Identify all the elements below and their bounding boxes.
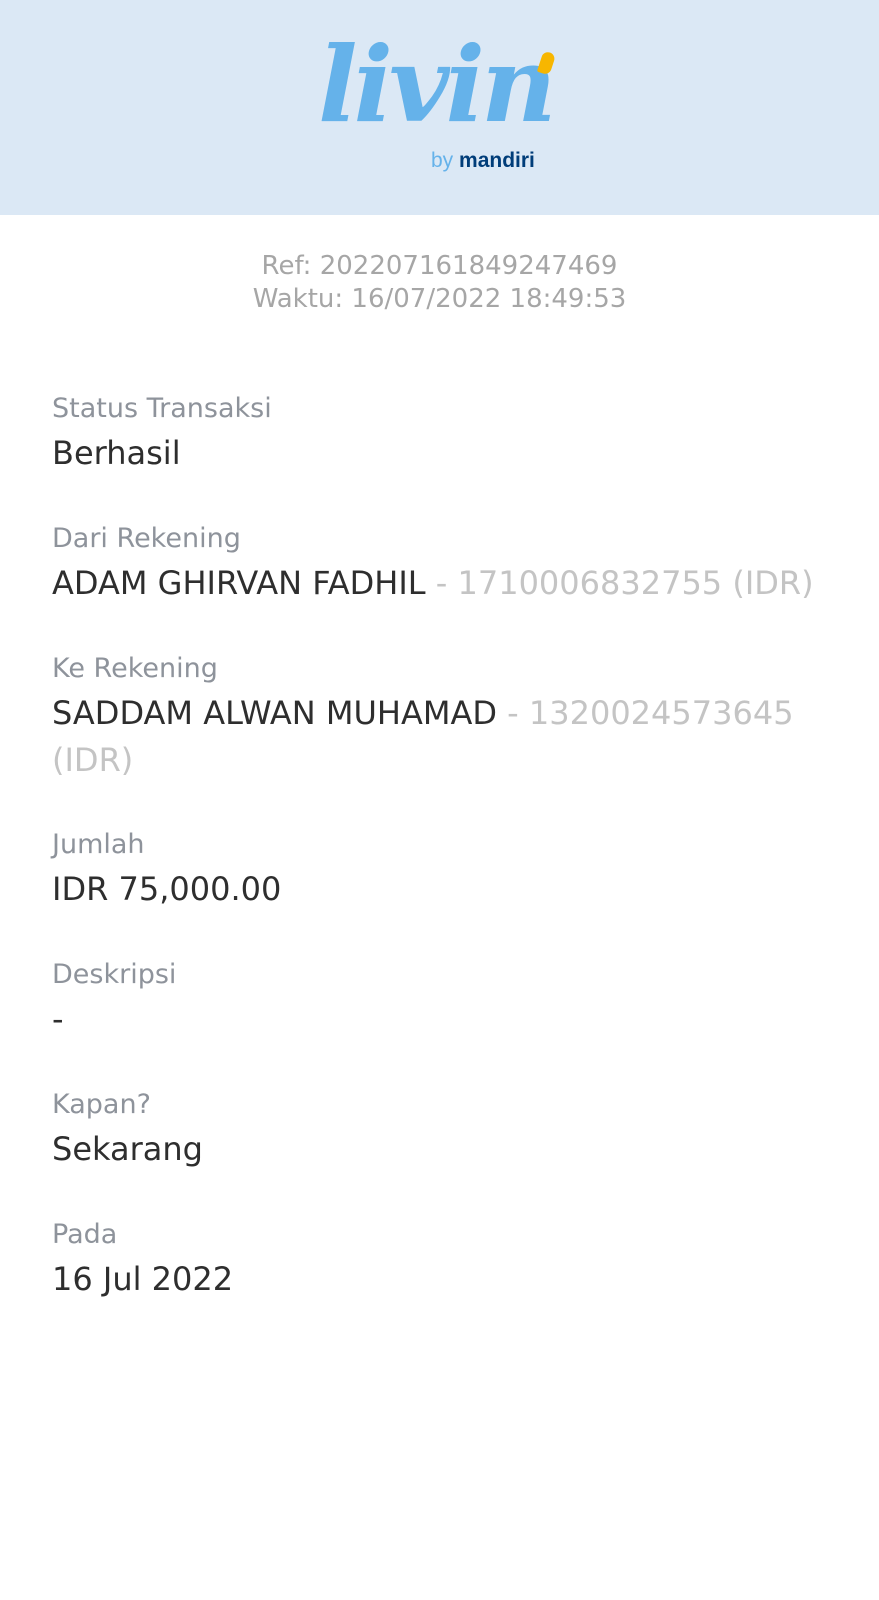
field-from-label: Dari Rekening — [52, 523, 241, 554]
logo-wordmark: livin — [318, 23, 557, 146]
field-when-value: Sekarang — [52, 1130, 203, 1168]
field-status: Status Transaksi Berhasil — [52, 392, 842, 477]
field-to-value: SADDAM ALWAN MUHAMAD - 1320024573645 (ID… — [52, 690, 842, 784]
field-description: Deskripsi - — [52, 958, 842, 1043]
field-to-account: Ke Rekening SADDAM ALWAN MUHAMAD - 13200… — [52, 652, 842, 784]
from-account-number: - 1710006832755 (IDR) — [425, 564, 814, 602]
field-description-value: - — [52, 1000, 64, 1038]
livin-mandiri-logo: livin by mandiri — [318, 30, 568, 180]
field-status-value: Berhasil — [52, 434, 181, 472]
logo-brand-text: mandiri — [459, 149, 535, 172]
app-header: livin by mandiri — [0, 0, 879, 215]
field-status-label: Status Transaksi — [52, 393, 272, 424]
field-amount-value: IDR 75,000.00 — [52, 870, 282, 908]
field-when-label: Kapan? — [52, 1089, 151, 1120]
transaction-time: Waktu: 16/07/2022 18:49:53 — [252, 284, 627, 314]
field-amount-label: Jumlah — [52, 829, 145, 860]
reference-number: Ref: 202207161849247469 — [261, 251, 618, 281]
to-account-name: SADDAM ALWAN MUHAMAD — [52, 694, 497, 732]
field-from-account: Dari Rekening ADAM GHIRVAN FADHIL - 1710… — [52, 522, 842, 607]
field-from-value: ADAM GHIRVAN FADHIL - 1710006832755 (IDR… — [52, 560, 842, 607]
logo-byline: by mandiri — [431, 148, 535, 174]
field-description-label: Deskripsi — [52, 959, 177, 990]
field-to-label: Ke Rekening — [52, 653, 218, 684]
from-account-name: ADAM GHIRVAN FADHIL — [52, 564, 426, 602]
field-date-value: 16 Jul 2022 — [52, 1260, 234, 1298]
field-date: Pada 16 Jul 2022 — [52, 1218, 842, 1303]
transaction-meta: Ref: 202207161849247469 Waktu: 16/07/202… — [0, 250, 879, 316]
logo-by-text: by — [431, 149, 454, 172]
field-amount: Jumlah IDR 75,000.00 — [52, 828, 842, 913]
field-when: Kapan? Sekarang — [52, 1088, 842, 1173]
field-date-label: Pada — [52, 1219, 118, 1250]
